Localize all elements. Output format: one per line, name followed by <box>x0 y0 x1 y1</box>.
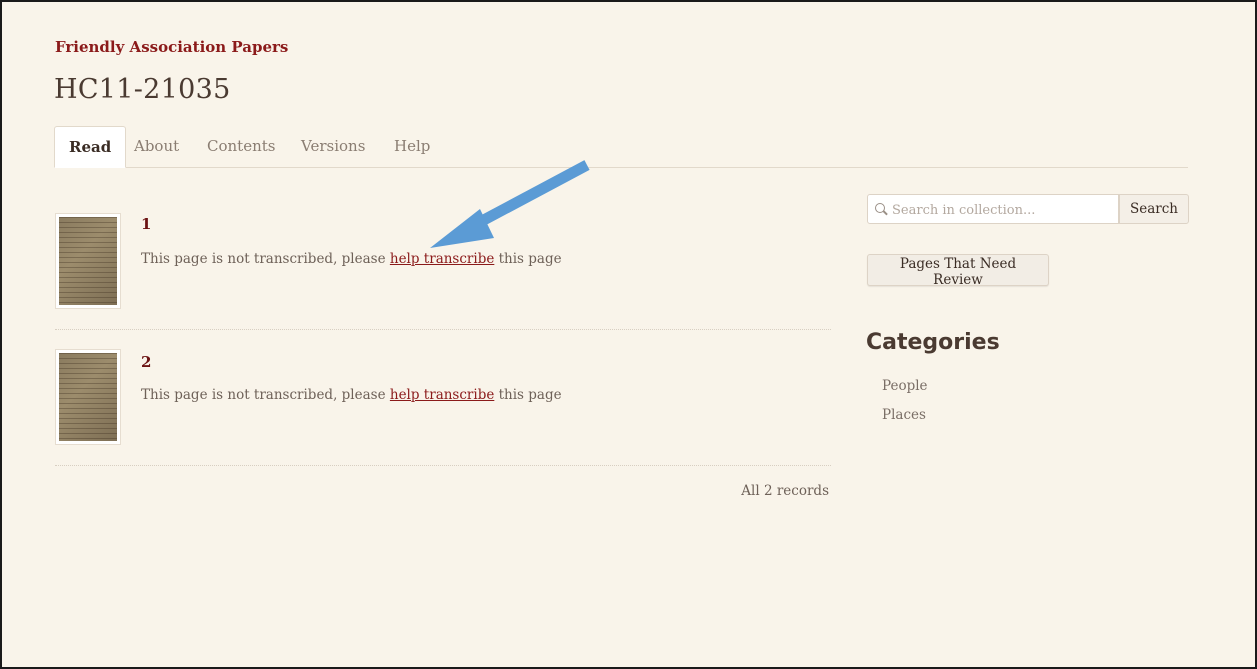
record-status-text: This page is not transcribed, please hel… <box>141 387 562 403</box>
tab-help[interactable]: Help <box>380 126 444 166</box>
document-image <box>59 217 117 305</box>
search-input[interactable] <box>890 195 1120 225</box>
category-places[interactable]: Places <box>882 407 926 423</box>
page-title: HC11-21035 <box>54 74 231 105</box>
tab-read[interactable]: Read <box>54 126 127 168</box>
record-status-prefix: This page is not transcribed, please <box>141 251 390 267</box>
divider <box>55 329 831 330</box>
page-frame: Friendly Association Papers HC11-21035 R… <box>0 0 1257 669</box>
record-status-suffix: this page <box>494 251 562 267</box>
record-number-link[interactable]: 1 <box>141 215 151 233</box>
tab-bar: Read About Contents Versions Help <box>54 126 1188 168</box>
divider <box>55 465 831 466</box>
list-item: 2 This page is not transcribed, please h… <box>55 349 831 449</box>
tab-versions[interactable]: Versions <box>287 126 379 166</box>
help-transcribe-link[interactable]: help transcribe <box>390 251 494 267</box>
search-box <box>867 194 1120 225</box>
help-transcribe-link[interactable]: help transcribe <box>390 387 494 403</box>
tab-about[interactable]: About <box>120 126 193 166</box>
record-status-text: This page is not transcribed, please hel… <box>141 251 562 267</box>
list-item: 1 This page is not transcribed, please h… <box>55 213 831 313</box>
category-people[interactable]: People <box>882 378 928 394</box>
document-image <box>59 353 117 441</box>
search-button[interactable]: Search <box>1119 194 1189 224</box>
page-thumbnail[interactable] <box>55 349 121 445</box>
search-icon <box>875 203 885 213</box>
pages-need-review-button[interactable]: Pages That Need Review <box>867 254 1049 288</box>
categories-title: Categories <box>866 330 1000 355</box>
records-count: All 2 records <box>741 483 829 499</box>
tab-contents[interactable]: Contents <box>193 126 289 166</box>
collection-link[interactable]: Friendly Association Papers <box>55 38 288 56</box>
record-number-link[interactable]: 2 <box>141 353 151 371</box>
record-status-prefix: This page is not transcribed, please <box>141 387 390 403</box>
page-thumbnail[interactable] <box>55 213 121 309</box>
record-status-suffix: this page <box>494 387 562 403</box>
